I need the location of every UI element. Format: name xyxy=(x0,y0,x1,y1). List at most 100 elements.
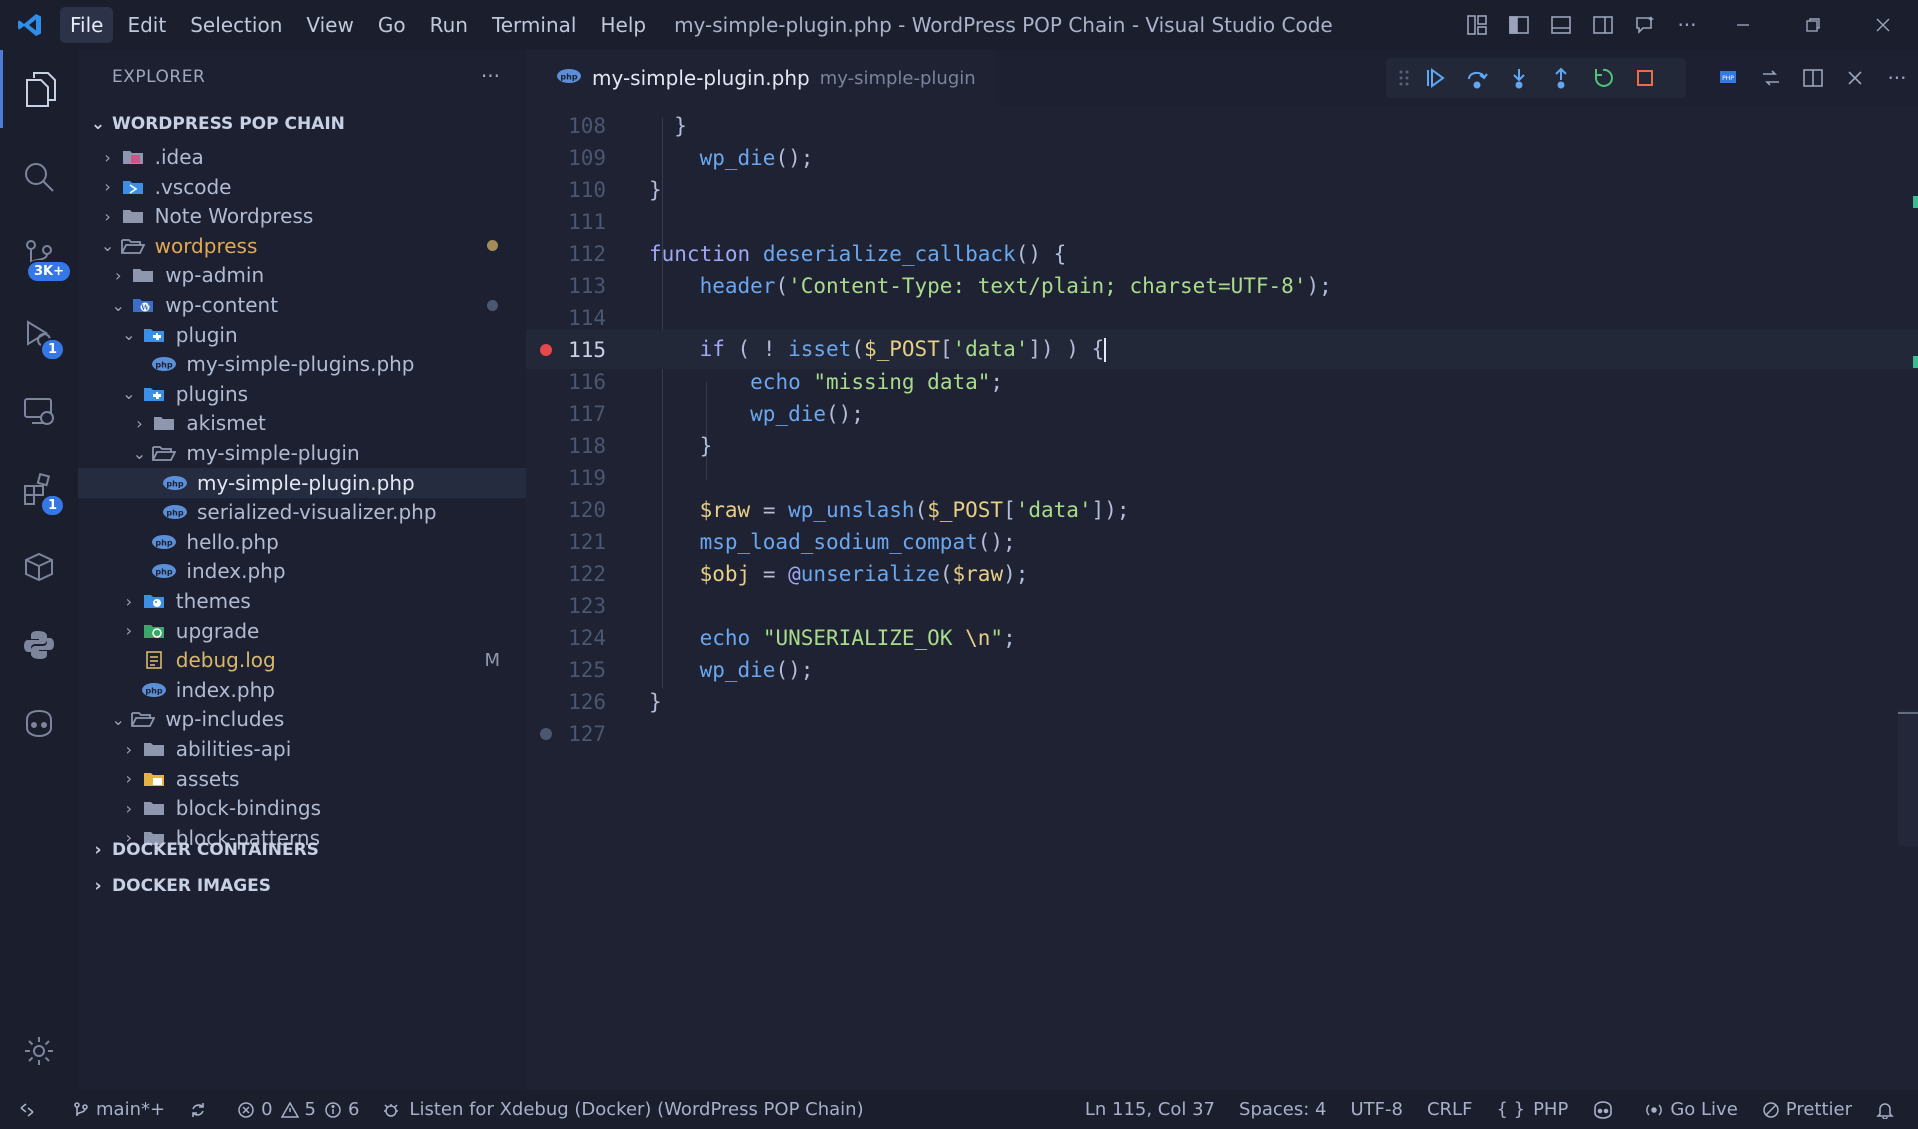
toggle-secondary-sidebar-icon[interactable] xyxy=(1582,0,1624,50)
tree-item[interactable]: › Note Wordpress xyxy=(78,201,526,231)
sync-icon[interactable] xyxy=(177,1090,225,1129)
prettier-button[interactable]: Prettier xyxy=(1750,1090,1864,1129)
menu-file[interactable]: File xyxy=(60,7,114,43)
copilot-icon[interactable] xyxy=(0,684,78,762)
tree-item[interactable]: php index.php xyxy=(78,556,526,586)
step-over-icon[interactable] xyxy=(1456,58,1498,98)
tree-item[interactable]: php my-simple-plugins.php xyxy=(78,349,526,379)
debug-config-indicator[interactable]: Listen for Xdebug (Docker) (WordPress PO… xyxy=(371,1090,875,1129)
stop-icon[interactable] xyxy=(1624,58,1666,98)
minimize-icon[interactable] xyxy=(1708,0,1778,50)
go-live-button[interactable]: Go Live xyxy=(1632,1090,1749,1129)
source-control-icon[interactable]: 3K+ xyxy=(0,216,78,294)
indentation[interactable]: Spaces: 4 xyxy=(1227,1090,1338,1129)
python-icon[interactable] xyxy=(0,606,78,684)
compare-icon[interactable] xyxy=(1750,58,1792,98)
tree-item[interactable]: debug.log M xyxy=(78,645,526,675)
tree-item[interactable]: php hello.php xyxy=(78,527,526,557)
menu-terminal[interactable]: Terminal xyxy=(482,7,587,43)
tree-item-label: abilities-api xyxy=(175,737,292,761)
tree-item-label: wp-includes xyxy=(165,707,285,732)
tree-item[interactable]: › .idea xyxy=(78,142,526,172)
modified-dot xyxy=(487,299,498,311)
tree-item[interactable]: › .vscode xyxy=(78,172,526,202)
code-editor[interactable]: 108 } 109 wp_die(); 110 } 111 112 functi… xyxy=(526,106,1918,1090)
code-text: msp_load_sodium_compat(); xyxy=(699,529,1016,554)
remote-indicator-icon[interactable] xyxy=(0,1090,60,1129)
chat-icon[interactable] xyxy=(1624,0,1666,50)
tree-item[interactable]: ⌄ my-simple-plugin xyxy=(78,438,526,468)
code-text: } xyxy=(674,113,687,138)
menu-view[interactable]: View xyxy=(296,7,363,43)
step-out-icon[interactable] xyxy=(1540,58,1582,98)
tree-item[interactable]: › wp-admin xyxy=(78,260,526,290)
chevron-right-icon: › xyxy=(94,840,102,860)
php-debug-icon[interactable]: PHP xyxy=(1708,58,1750,98)
tree-item[interactable]: ⌄ wordpress xyxy=(78,231,526,261)
svg-text:php: php xyxy=(560,73,577,82)
restore-icon[interactable] xyxy=(1778,0,1848,50)
tree-item[interactable]: ⌄ plugins xyxy=(78,379,526,409)
source-control-badge: 3K+ xyxy=(26,260,73,283)
tree-item[interactable]: php index.php xyxy=(78,675,526,705)
problems-indicator[interactable]: 0 5 6 xyxy=(225,1090,371,1129)
cursor-position[interactable]: Ln 115, Col 37 xyxy=(1073,1090,1227,1129)
docker-images-section[interactable]: › DOCKER IMAGES xyxy=(78,868,526,904)
menu-go[interactable]: Go xyxy=(368,7,416,43)
code-line: 127 xyxy=(526,714,1918,753)
restart-icon[interactable] xyxy=(1582,58,1624,98)
line-number: 124 xyxy=(568,625,606,650)
customize-layout-icon[interactable] xyxy=(1456,0,1498,50)
tree-item[interactable]: › upgrade xyxy=(78,616,526,646)
chevron-right-icon: › xyxy=(125,769,132,789)
menu-selection[interactable]: Selection xyxy=(180,7,292,43)
tree-item[interactable]: ⌄ plugin xyxy=(78,320,526,350)
menu-help[interactable]: Help xyxy=(590,7,656,43)
explorer-icon[interactable] xyxy=(0,50,78,128)
menu-run[interactable]: Run xyxy=(420,7,478,43)
tree-item[interactable]: › abilities-api xyxy=(78,734,526,764)
editor-area: php my-simple-plugin.php my-simple-plugi… xyxy=(526,50,1918,1090)
end-of-line[interactable]: CRLF xyxy=(1415,1090,1484,1129)
drag-handle-icon[interactable] xyxy=(1394,58,1414,98)
tree-item[interactable]: › block-bindings xyxy=(78,793,526,823)
search-icon[interactable] xyxy=(0,138,78,216)
notifications-bell-icon[interactable] xyxy=(1864,1090,1918,1129)
step-into-icon[interactable] xyxy=(1498,58,1540,98)
run-debug-icon[interactable]: 1 xyxy=(0,294,78,372)
workspace-root[interactable]: ⌄ WORDPRESS POP CHAIN xyxy=(78,106,526,142)
close-icon[interactable] xyxy=(1848,0,1918,50)
copilot-status-icon[interactable] xyxy=(1580,1090,1632,1129)
toggle-primary-sidebar-icon[interactable] xyxy=(1498,0,1540,50)
editor-more-icon[interactable]: ··· xyxy=(1876,58,1918,98)
tree-item-label: index.php xyxy=(186,559,286,584)
docker-icon[interactable] xyxy=(0,528,78,606)
language-mode[interactable]: { } PHP xyxy=(1484,1090,1580,1129)
settings-gear-icon[interactable] xyxy=(0,1012,78,1090)
tree-item[interactable]: › akismet xyxy=(78,408,526,438)
extensions-icon[interactable]: 1 xyxy=(0,450,78,528)
tree-item[interactable]: › assets xyxy=(78,764,526,794)
more-icon[interactable]: ··· xyxy=(1666,0,1708,50)
chevron-down-icon: ⌄ xyxy=(90,114,106,134)
tree-item[interactable]: php serialized-visualizer.php xyxy=(78,497,526,527)
menu-edit[interactable]: Edit xyxy=(117,7,176,43)
code-text: } xyxy=(649,689,662,714)
encoding[interactable]: UTF-8 xyxy=(1338,1090,1414,1129)
line-number: 113 xyxy=(568,273,606,298)
docker-containers-section[interactable]: › DOCKER CONTAINERS xyxy=(78,832,526,868)
tree-item[interactable]: ⌄ wp-includes xyxy=(78,704,526,734)
tree-item[interactable]: php my-simple-plugin.php xyxy=(78,467,526,498)
continue-icon[interactable] xyxy=(1414,58,1456,98)
split-editor-icon[interactable] xyxy=(1792,58,1834,98)
explorer-sidebar: EXPLORER ··· ⌄ WORDPRESS POP CHAIN › .ide… xyxy=(78,50,526,1090)
close-editor-icon[interactable] xyxy=(1834,58,1876,98)
tree-item[interactable]: › themes xyxy=(78,586,526,616)
toggle-panel-icon[interactable] xyxy=(1540,0,1582,50)
tree-item[interactable]: ⌄ Wwp-content xyxy=(78,290,526,320)
branch-indicator[interactable]: main*+ xyxy=(60,1090,177,1129)
remote-explorer-icon[interactable] xyxy=(0,372,78,450)
tab-my-simple-plugin-php[interactable]: php my-simple-plugin.php my-simple-plugi… xyxy=(526,50,996,106)
folder-icon xyxy=(129,264,157,286)
explorer-more-icon[interactable]: ··· xyxy=(481,64,500,88)
